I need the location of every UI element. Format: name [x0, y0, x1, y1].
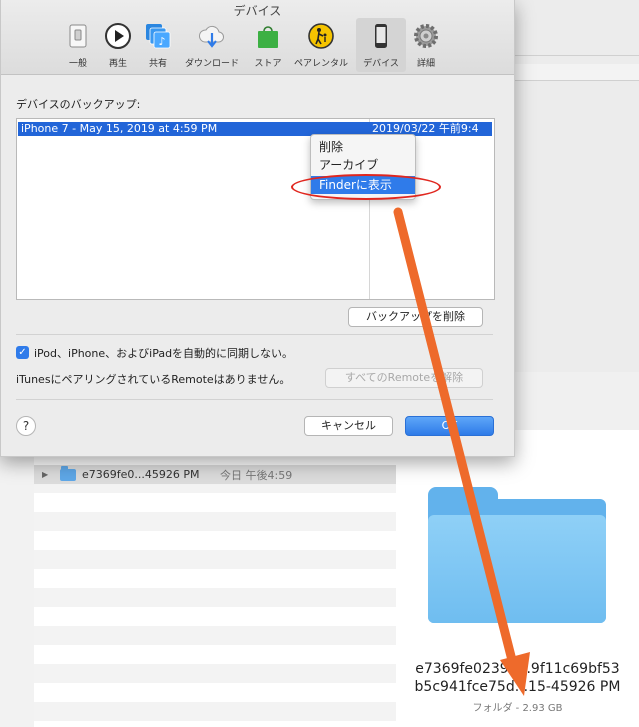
tab-advanced[interactable]: 詳細: [411, 18, 441, 72]
remote-status-label: iTunesにペアリングされているRemoteはありません。: [16, 373, 291, 386]
tab-devices[interactable]: デバイス: [356, 18, 406, 72]
auto-sync-label: iPod、iPhone、およびiPadを自動的に同期しない。: [34, 347, 294, 360]
play-icon: [105, 23, 131, 49]
tab-label: ペアレンタル: [293, 59, 348, 69]
finder-top-area: [513, 0, 639, 372]
dialog-toolbar: デバイス 一般 再生 ♪ 共有 ダウンロード ストア ペアレンタル デバイス 詳…: [1, 0, 514, 75]
cloud-download-icon: [199, 25, 225, 48]
tab-label: 共有: [148, 59, 167, 69]
cancel-button[interactable]: キャンセル: [304, 416, 393, 436]
device-phone-icon: [375, 24, 387, 48]
help-button[interactable]: ?: [16, 416, 36, 436]
tab-label: 詳細: [416, 59, 435, 69]
store-bag-icon: [258, 26, 278, 48]
auto-sync-checkbox[interactable]: ✓: [16, 346, 29, 359]
backup-name: iPhone 7 - May 15, 2019 at 4:59 PM: [21, 122, 218, 135]
menu-item-delete[interactable]: 削除: [311, 138, 415, 156]
sharing-music-icon: ♪: [146, 24, 171, 49]
tab-general[interactable]: 一般: [63, 18, 93, 72]
finder-folder-row[interactable]: ▶ e7369fe0...45926 PM 今日 午後4:59: [34, 465, 396, 484]
preferences-dialog: デバイス 一般 再生 ♪ 共有 ダウンロード ストア ペアレンタル デバイス 詳…: [0, 0, 515, 457]
parental-icon: [308, 23, 334, 49]
annotation-red-oval: [291, 174, 441, 200]
column-header: [513, 64, 639, 81]
divider: [513, 55, 639, 56]
preview-folder-meta: フォルダ - 2.93 GB: [472, 703, 563, 714]
large-folder-icon: [428, 487, 606, 623]
preview-folder-name: e7369fe0239b...9f11c69bf53 b5c941fce75d.…: [396, 660, 639, 696]
preview-name-line2: b5c941fce75d...15-45926 PM: [414, 679, 621, 695]
tab-store[interactable]: ストア: [251, 18, 285, 72]
backup-row[interactable]: iPhone 7 - May 15, 2019 at 4:59 PM 2019/…: [18, 122, 492, 136]
tab-download[interactable]: ダウンロード: [181, 18, 243, 72]
tab-label: 一般: [68, 59, 87, 69]
delete-backup-button[interactable]: バックアップを削除: [348, 307, 483, 327]
finder-sidebar[interactable]: [0, 455, 34, 727]
tab-label: デバイス: [363, 59, 399, 69]
backups-section-label: デバイスのバックアップ:: [16, 98, 141, 111]
tab-label: 再生: [108, 59, 127, 69]
gear-icon: [414, 24, 438, 48]
tab-sharing[interactable]: ♪ 共有: [143, 18, 173, 72]
preview-name-line1: e7369fe0239b...9f11c69bf53: [415, 661, 620, 677]
svg-text:♪: ♪: [158, 35, 165, 48]
disclosure-triangle-icon[interactable]: ▶: [42, 470, 56, 479]
tab-parental[interactable]: ペアレンタル: [290, 18, 352, 72]
divider: [16, 334, 493, 335]
folder-date: 今日 午後4:59: [220, 468, 293, 482]
backup-list[interactable]: iPhone 7 - May 15, 2019 at 4:59 PM 2019/…: [16, 118, 495, 300]
folder-icon: [60, 465, 76, 481]
forget-remotes-button[interactable]: すべてのRemoteを解除: [325, 368, 483, 388]
tab-playback[interactable]: 再生: [103, 18, 133, 72]
menu-item-archive[interactable]: アーカイブ: [311, 156, 415, 174]
tab-label: ダウンロード: [184, 59, 239, 69]
divider: [16, 399, 493, 400]
tab-label: ストア: [254, 59, 282, 69]
finder-file-list[interactable]: [34, 455, 397, 727]
ok-button[interactable]: OK: [405, 416, 494, 436]
folder-name: e7369fe0...45926 PM: [82, 468, 200, 481]
general-switch-icon: [69, 24, 87, 48]
dialog-title: デバイス: [233, 4, 282, 18]
